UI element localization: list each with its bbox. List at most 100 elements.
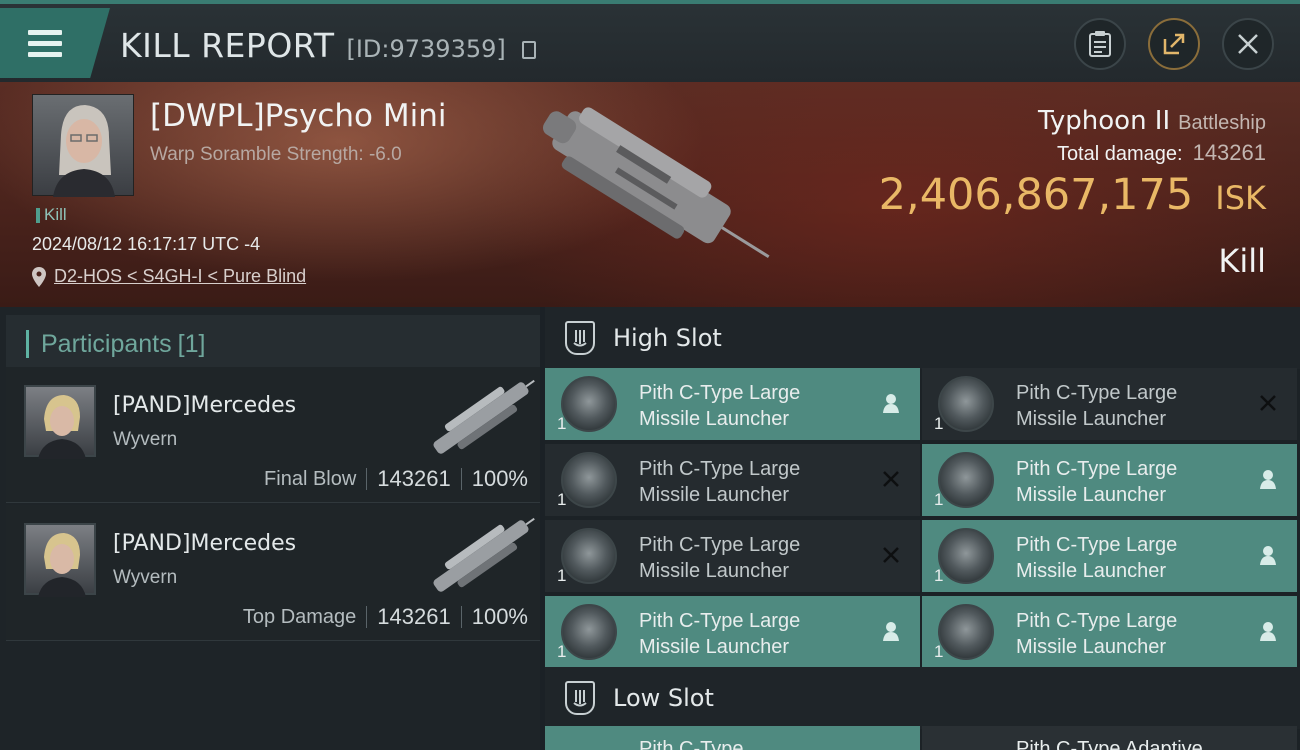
participants-header[interactable]: Participants [1] — [6, 315, 540, 373]
participant-stats: Top Damage 143261 100% — [243, 604, 528, 630]
clipboard-button[interactable] — [1074, 18, 1126, 70]
module-slot[interactable]: 1 Pith C-Type Large Missile Launcher — [545, 596, 920, 668]
module-name: Pith C-Type Large Missile Launcher — [639, 382, 801, 430]
module-slot[interactable]: 1 Pith C-Type Large Missile Launcher — [922, 444, 1297, 516]
module-name: Pith C-Type Large Missile Launcher — [1016, 610, 1178, 658]
module-slot[interactable]: 1 Pith C-Type Large Missile Launcher — [922, 368, 1297, 440]
participant-avatar-art — [38, 395, 86, 459]
module-name: Pith C-Type — [639, 738, 744, 750]
dropped-person-icon — [1257, 468, 1279, 490]
stat-divider — [460, 606, 462, 628]
participants-label: Participants — [41, 329, 172, 358]
participant-row[interactable]: [PAND]Mercedes Wyvern Top Damage 143261 … — [6, 505, 540, 641]
participant-role: Top Damage — [242, 605, 357, 628]
stat-divider — [460, 468, 462, 490]
dropped-person-icon — [1257, 544, 1279, 566]
module-quantity: 1 — [557, 642, 567, 661]
module-slot[interactable]: Pith C-Type Adaptive — [922, 726, 1297, 750]
participant-damage: 143261 — [377, 604, 451, 629]
module-slot[interactable]: Pith C-Type — [545, 726, 920, 750]
module-slot[interactable]: 1 Pith C-Type Large Missile Launcher — [545, 368, 920, 440]
menu-icon — [28, 30, 62, 63]
participant-ship-render — [433, 379, 535, 454]
kill-location[interactable]: D2-HOS < S4GH-I < Pure Blind — [32, 266, 306, 287]
participant-percent: 100% — [471, 604, 528, 629]
close-button[interactable] — [1222, 18, 1274, 70]
menu-button[interactable] — [0, 8, 110, 78]
module-quantity: 1 — [934, 414, 944, 433]
participant-ship-render — [433, 517, 535, 592]
victim-ship-name[interactable]: Typhoon II — [1038, 106, 1170, 136]
module-quantity: 1 — [934, 490, 944, 509]
module-quantity: 1 — [557, 490, 567, 509]
victim-pilot-name[interactable]: [DWPL]Psycho Mini — [150, 98, 446, 134]
fitting-panel: High Slot 1 Pith C-Type Large Missile Lau… — [545, 307, 1300, 750]
kill-datetime: 2024/08/12 16:17:17 UTC -4 — [32, 234, 261, 254]
total-damage: Total damage: 143261 — [1057, 140, 1266, 166]
high-slot-header: High Slot — [545, 307, 1300, 369]
module-name: Pith C-Type Large Missile Launcher — [1016, 534, 1178, 582]
victim-ship-class: Battleship — [1178, 112, 1266, 134]
victim-ship-render — [542, 107, 770, 259]
participant-avatar-art — [38, 533, 86, 597]
isk-unit: ISK — [1215, 179, 1266, 217]
destroyed-x-icon — [880, 544, 902, 566]
participant-name[interactable]: [PAND]Mercedes — [113, 393, 296, 418]
stat-divider — [366, 468, 368, 490]
participants-header-accent — [26, 330, 29, 358]
dropped-person-icon — [1257, 620, 1279, 642]
victim-ship-line: Typhoon II Battleship — [1038, 106, 1266, 136]
participant-percent: 100% — [471, 466, 528, 491]
victim-avatar-art — [53, 105, 115, 197]
avatar — [24, 385, 96, 459]
isk-value: 2,406,867,175 ISK — [879, 170, 1266, 220]
clipboard-icon — [1089, 31, 1111, 57]
victim-portrait[interactable] — [32, 94, 134, 197]
copy-icon[interactable] — [521, 41, 536, 59]
stat-divider — [366, 606, 368, 628]
location-link[interactable]: D2-HOS < S4GH-I < Pure Blind — [54, 266, 306, 287]
launcher-module-icon — [938, 452, 994, 508]
low-slot-icon — [565, 681, 595, 715]
module-name: Pith C-Type Large Missile Launcher — [639, 610, 801, 658]
low-slot-label: Low Slot — [613, 684, 714, 712]
module-slot[interactable]: 1 Pith C-Type Large Missile Launcher — [922, 596, 1297, 668]
report-id: [ID:9739359] — [346, 35, 506, 63]
module-quantity: 1 — [934, 566, 944, 585]
participant-row[interactable]: [PAND]Mercedes Wyvern Final Blow 143261 … — [6, 367, 540, 503]
participants-panel: Participants [1] [PAND]Mercedes Wyvern F… — [0, 307, 540, 750]
destroyed-x-icon — [1257, 392, 1279, 414]
dropped-person-icon — [880, 392, 902, 414]
top-bar: KILL REPORT [ID:9739359] — [0, 0, 1300, 82]
participant-stats: Final Blow 143261 100% — [264, 466, 528, 492]
kill-tag-label: Kill — [44, 205, 67, 224]
participant-role: Final Blow — [264, 467, 357, 490]
participant-ship: Wyvern — [113, 567, 178, 588]
module-name: Pith C-Type Adaptive — [1016, 738, 1203, 750]
dropped-person-icon — [880, 620, 902, 642]
launcher-module-icon — [938, 376, 994, 432]
launcher-module-icon — [938, 604, 994, 660]
close-icon — [1238, 34, 1258, 54]
launcher-module-icon — [938, 528, 994, 584]
participant-ship: Wyvern — [113, 429, 178, 450]
module-quantity: 1 — [934, 642, 944, 661]
participant-name[interactable]: [PAND]Mercedes — [113, 531, 296, 556]
kill-result: Kill — [1218, 242, 1266, 280]
module-slot[interactable]: 1 Pith C-Type Large Missile Launcher — [545, 444, 920, 516]
share-button[interactable] — [1148, 18, 1200, 70]
module-slot[interactable]: 1 Pith C-Type Large Missile Launcher — [545, 520, 920, 592]
kill-tag: Kill — [36, 205, 67, 225]
warp-scramble-strength: Warp Soramble Strength: -6.0 — [150, 144, 402, 165]
participants-count: [1] — [177, 329, 206, 358]
total-damage-value: 143261 — [1192, 140, 1266, 165]
victim-panel: [DWPL]Psycho Mini Warp Soramble Strength… — [0, 82, 1300, 307]
module-quantity: 1 — [557, 414, 567, 433]
launcher-module-icon — [561, 528, 617, 584]
page-title: KILL REPORT — [120, 26, 335, 65]
module-slot[interactable]: 1 Pith C-Type Large Missile Launcher — [922, 520, 1297, 592]
module-name: Pith C-Type Large Missile Launcher — [1016, 382, 1178, 430]
title-group: KILL REPORT [ID:9739359] — [120, 26, 536, 65]
destroyed-x-icon — [880, 468, 902, 490]
low-slot-header: Low Slot — [545, 667, 1300, 729]
